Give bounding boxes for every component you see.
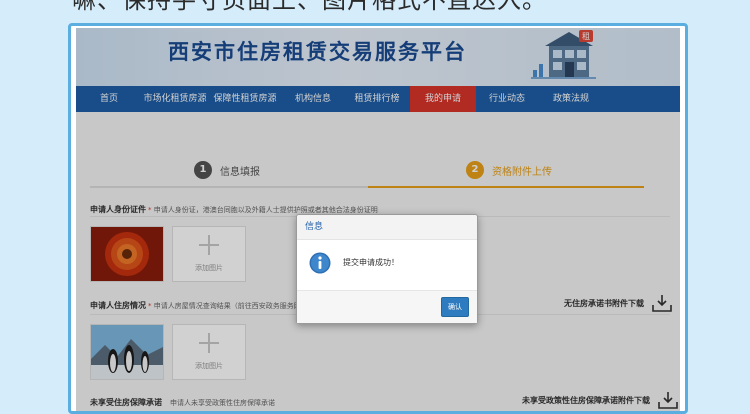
confirm-button[interactable]: 确认 (441, 297, 469, 317)
screenshot-frame: 西安市住房租赁交易服务平台 租 首页 市场化租赁房源 保障性租赁房源 机构信息 … (68, 23, 688, 414)
page-container: 西安市住房租赁交易服务平台 租 首页 市场化租赁房源 保障性租赁房源 机构信息 … (76, 28, 680, 412)
info-dialog: 信息 提交申请成功！ 确认 (296, 214, 478, 324)
section-divider (90, 411, 670, 412)
dialog-title: 信息 (297, 215, 477, 240)
dialog-body: 提交申请成功！ (297, 240, 477, 288)
dialog-message: 提交申请成功！ (343, 258, 399, 267)
dialog-footer: 确认 (297, 290, 477, 323)
info-icon (309, 252, 331, 274)
top-description-text: 嘛、保持手寸页面上、图片格式不直达入。 (72, 0, 547, 14)
